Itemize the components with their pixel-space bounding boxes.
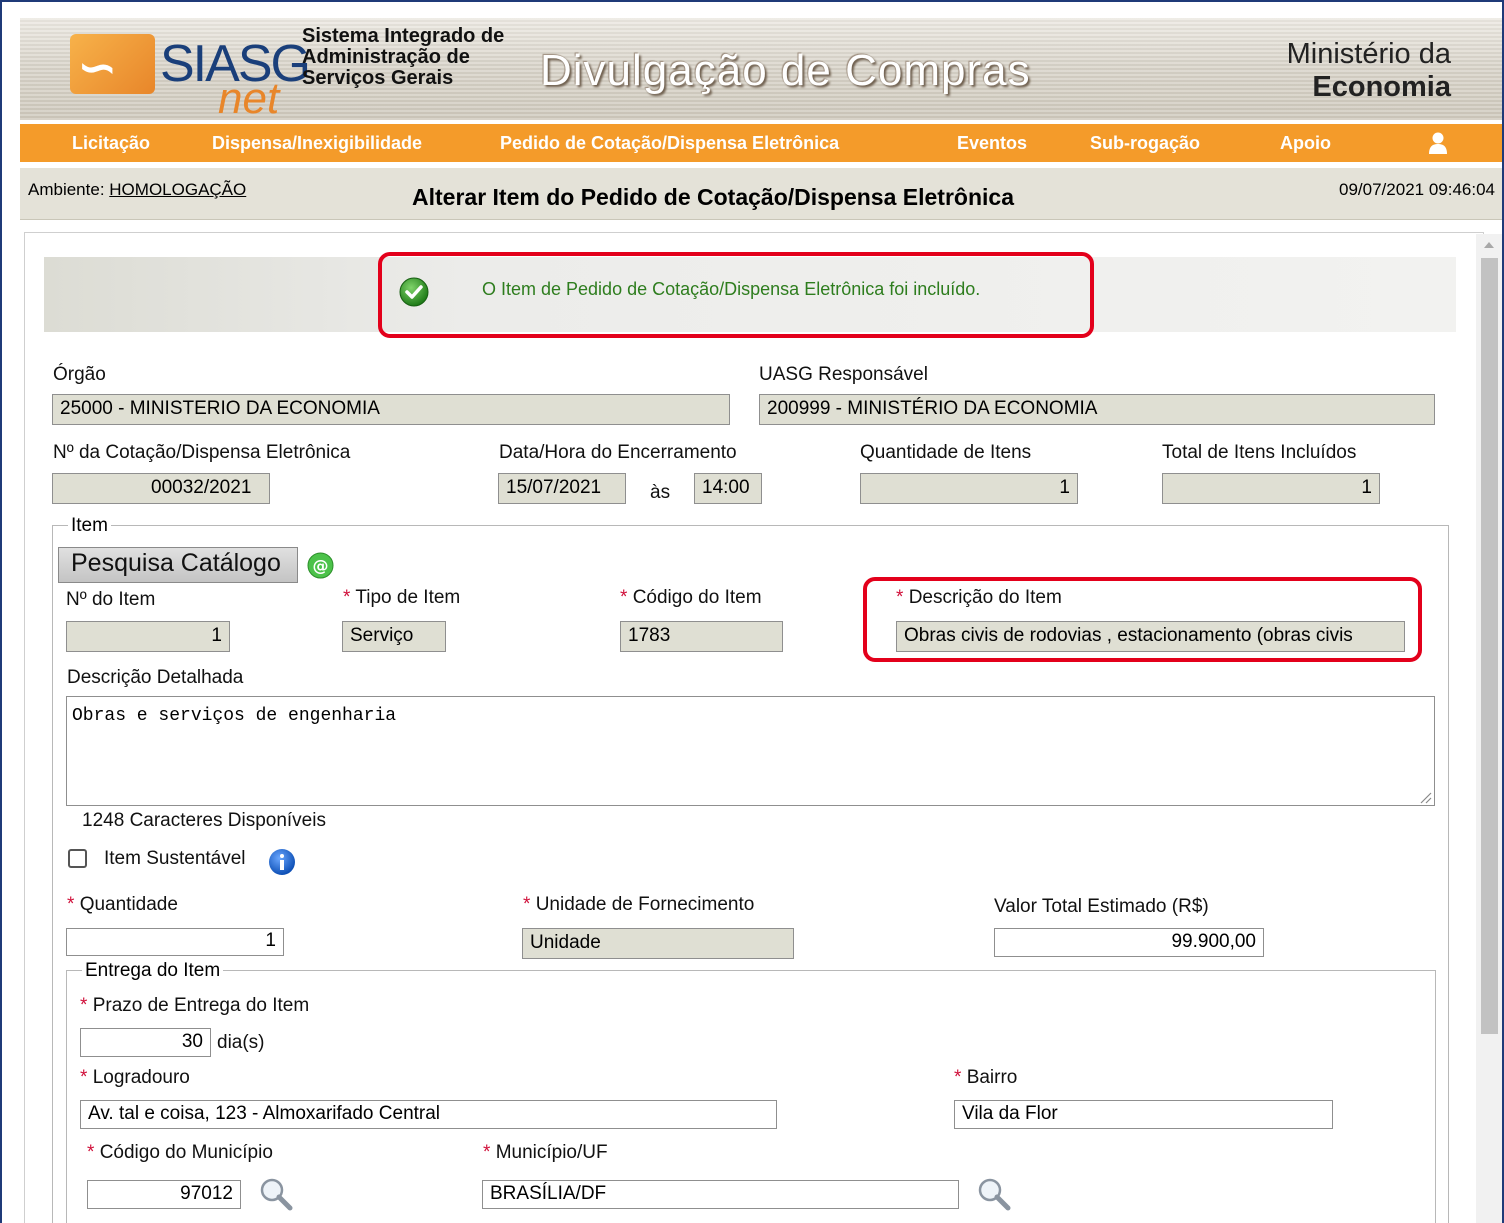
logo-net-text: net [218,74,280,120]
entrega-legend: Entrega do Item [82,960,224,982]
nav-item-eventos[interactable]: Eventos [957,133,1027,154]
codigo-municipio-input[interactable]: 97012 [87,1180,241,1209]
environment-info: Ambiente: HOMOLOGAÇÃO [28,180,246,200]
logradouro-input[interactable]: Av. tal e coisa, 123 - Almoxarifado Cent… [80,1100,777,1129]
highlight-descricao-box [863,577,1422,662]
valor-total-label: Valor Total Estimado (R$) [994,896,1209,917]
resize-handle-icon[interactable] [1418,790,1432,804]
siasg-logo[interactable]: ∽ SIASG net [70,30,311,120]
encerramento-label: Data/Hora do Encerramento [499,442,737,463]
orgao-label: Órgão [53,364,106,385]
main-nav: Licitação Dispensa/Inexigibilidade Pedid… [20,124,1502,162]
search-municipio-icon[interactable] [976,1176,1012,1212]
nav-item-licitacao[interactable]: Licitação [72,133,150,154]
descricao-detalhada-label: Descrição Detalhada [67,667,244,688]
quantidade-itens-field: 1 [860,473,1078,504]
municipio-uf-input[interactable]: BRASÍLIA/DF [482,1180,959,1209]
ministry-logo: Ministério da Economia [1287,38,1451,104]
quantidade-itens-label: Quantidade de Itens [860,442,1032,463]
as-label: às [650,482,671,503]
prazo-unit: dia(s) [217,1032,265,1053]
search-municipio-code-icon[interactable] [258,1176,294,1212]
codigo-municipio-label: * Código do Município [87,1142,273,1163]
item-sustentavel-label: Item Sustentável [104,848,246,869]
cotacao-number-field: 00032/2021 [52,473,270,504]
system-name: Sistema Integrado de Administração de Se… [302,26,532,89]
info-icon[interactable] [268,848,296,876]
codigo-item-field: 1783 [620,621,783,652]
system-name-line2: Administração de [302,46,470,68]
nav-item-pedido-cotacao[interactable]: Pedido de Cotação/Dispensa Eletrônica [500,133,839,154]
unidade-fornecimento-label: * Unidade de Fornecimento [523,894,755,915]
unidade-fornecimento-field: Unidade [522,928,794,959]
siasg-logo-mark-icon: ∽ [70,34,155,94]
prazo-entrega-label: * Prazo de Entrega do Item [80,995,310,1016]
total-incluidos-label: Total de Itens Incluídos [1162,442,1357,463]
cotacao-number-label: Nº da Cotação/Dispensa Eletrônica [53,442,351,463]
tipo-item-label: * Tipo de Item [343,587,461,608]
tipo-item-field: Serviço [342,621,446,652]
chars-count: 1248 [82,810,125,831]
item-sustentavel-checkbox[interactable] [68,849,87,868]
nav-item-dispensa-inexigibilidade[interactable]: Dispensa/Inexigibilidade [212,133,422,154]
svg-text:@: @ [313,556,329,575]
item-number-field: 1 [66,621,230,652]
pesquisa-catalogo-button[interactable]: Pesquisa Catálogo [58,547,298,583]
prazo-entrega-input[interactable]: 30 [80,1028,211,1057]
environment-label: Ambiente: [28,180,105,199]
ambient-bar: Ambiente: HOMOLOGAÇÃO Alterar Item do Pe… [20,168,1502,220]
descricao-detalhada-textarea[interactable]: Obras e serviços de engenharia [66,696,1435,806]
item-number-label: Nº do Item [66,589,156,610]
quantidade-label: * Quantidade [67,894,178,915]
at-sign-icon[interactable]: @ [307,552,334,579]
nav-item-apoio[interactable]: Apoio [1280,133,1331,154]
ministry-line1: Ministério da [1286,38,1451,70]
scroll-up-arrow-icon[interactable] [1484,242,1494,248]
logradouro-label: * Logradouro [80,1067,190,1088]
highlight-message-box [378,252,1094,338]
chars-label: Caracteres Disponíveis [129,810,326,831]
municipio-uf-label: * Município/UF [483,1142,608,1163]
valor-total-input[interactable]: 99.900,00 [994,928,1264,957]
system-name-line1: Sistema Integrado de [302,25,505,47]
system-name-line3: Serviços Gerais [302,67,454,89]
encerramento-time-field: 14:00 [694,473,762,504]
bairro-input[interactable]: Vila da Flor [954,1100,1333,1129]
user-icon[interactable] [1428,132,1448,154]
banner-title: Divulgação de Compras [540,46,1031,95]
bairro-label: * Bairro [954,1067,1018,1088]
chars-available: 1248 Caracteres Disponíveis [82,810,326,832]
total-incluidos-field: 1 [1162,473,1380,504]
site-header: ∽ SIASG net Sistema Integrado de Adminis… [20,18,1502,120]
quantidade-input[interactable]: 1 [66,928,284,956]
ministry-line2: Economia [1312,71,1451,103]
orgao-field: 25000 - MINISTERIO DA ECONOMIA [52,394,730,425]
current-datetime: 09/07/2021 09:46:04 [1339,180,1495,199]
encerramento-date-field: 15/07/2021 [498,473,626,504]
vertical-scrollbar[interactable] [1476,234,1502,1223]
codigo-item-label: * Código do Item [620,587,762,608]
environment-link[interactable]: HOMOLOGAÇÃO [109,180,246,199]
uasg-field: 200999 - MINISTÉRIO DA ECONOMIA [759,394,1435,425]
scrollbar-thumb[interactable] [1481,258,1498,1034]
uasg-label: UASG Responsável [759,364,928,385]
nav-item-sub-rogacao[interactable]: Sub-rogação [1090,133,1200,154]
item-legend: Item [68,515,111,537]
page-title: Alterar Item do Pedido de Cotação/Dispen… [412,184,1014,210]
page-frame: ∽ SIASG net Sistema Integrado de Adminis… [0,0,1504,1223]
